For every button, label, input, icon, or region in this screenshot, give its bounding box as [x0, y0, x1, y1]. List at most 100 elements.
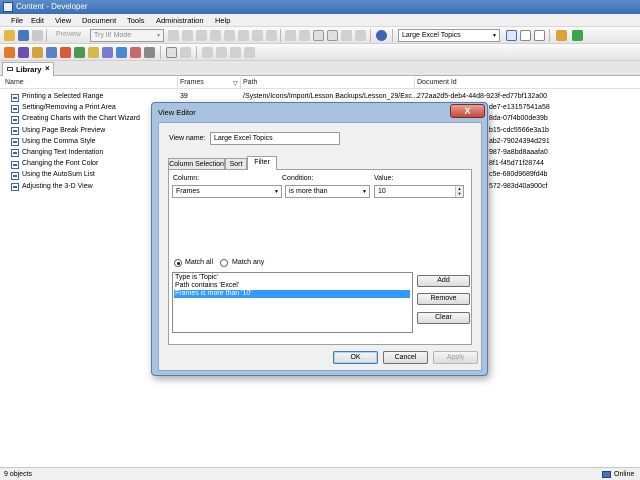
- mode-select-value: Try It! Mode: [94, 32, 132, 39]
- clear-button[interactable]: Clear: [417, 312, 470, 324]
- move-up-icon[interactable]: [341, 30, 352, 41]
- glossary-icon[interactable]: [88, 47, 99, 58]
- view-select-value: Large Excel Topics: [402, 32, 461, 39]
- list-item[interactable]: Path contains 'Excel': [174, 282, 410, 290]
- save-icon[interactable]: [18, 30, 29, 41]
- condition-select[interactable]: is more than ▼: [285, 185, 370, 198]
- cut-icon-2[interactable]: [210, 30, 221, 41]
- sort-arrow-icon: ▽: [233, 81, 238, 87]
- menu-file[interactable]: File: [11, 16, 23, 25]
- apply-button[interactable]: Apply: [433, 351, 478, 364]
- collapse-icon[interactable]: [327, 30, 338, 41]
- export-icon[interactable]: [166, 47, 177, 58]
- dialog-close-button[interactable]: X: [450, 104, 485, 118]
- dialog-title: View Editor: [158, 108, 196, 117]
- preview-button[interactable]: Preview: [56, 31, 81, 38]
- cancel-button[interactable]: Cancel: [383, 351, 428, 364]
- checkout-icon[interactable]: [202, 47, 213, 58]
- library-icon: [7, 67, 13, 71]
- menu-document[interactable]: Document: [82, 16, 116, 25]
- duplicate-icon[interactable]: [224, 30, 235, 41]
- status-bar: 9 objects Online: [0, 467, 640, 480]
- object-count: 9 objects: [4, 471, 33, 478]
- copy-icon[interactable]: [182, 30, 193, 41]
- link-icon[interactable]: [116, 47, 127, 58]
- refresh-icon[interactable]: [572, 30, 583, 41]
- web-page-icon[interactable]: [74, 47, 85, 58]
- match-all-label: Match all: [185, 259, 214, 266]
- match-all-radio[interactable]: [174, 259, 182, 267]
- column-header-document-id[interactable]: Document Id: [417, 79, 457, 86]
- add-button[interactable]: Add: [417, 275, 470, 287]
- history-icon[interactable]: [230, 47, 241, 58]
- list-view-icon[interactable]: [534, 30, 545, 41]
- spin-arrows-icon[interactable]: ▲ ▼: [455, 186, 463, 197]
- column-header-frames[interactable]: Frames: [180, 79, 204, 86]
- list-item[interactable]: Type is 'Topic': [174, 274, 410, 282]
- checkin-icon[interactable]: [216, 47, 227, 58]
- menu-view[interactable]: View: [55, 16, 71, 25]
- tab-library[interactable]: Library ×: [2, 62, 54, 76]
- redo-icon[interactable]: [299, 30, 310, 41]
- value-stepper[interactable]: 10 ▲ ▼: [374, 185, 464, 198]
- import-icon[interactable]: [180, 47, 191, 58]
- delete-icon[interactable]: [238, 30, 249, 41]
- cut-icon[interactable]: [32, 30, 43, 41]
- chevron-down-icon: ▼: [274, 189, 279, 195]
- package-icon[interactable]: [32, 47, 43, 58]
- details-view-icon[interactable]: [506, 30, 517, 41]
- menu-tools[interactable]: Tools: [127, 16, 145, 25]
- view-name-input[interactable]: Large Excel Topics: [210, 132, 340, 145]
- sound-icon[interactable]: [130, 47, 141, 58]
- new-folder-icon[interactable]: [4, 30, 15, 41]
- condition-select-value: is more than: [289, 188, 328, 195]
- condition-label: Condition:: [282, 175, 314, 182]
- column-label: Column:: [173, 175, 200, 182]
- topic-icon: [11, 183, 19, 191]
- filter-panel: Column: Frames ▼ Condition: is more than…: [168, 169, 472, 345]
- online-icon: [602, 471, 611, 478]
- filter-list[interactable]: Type is 'Topic' Path contains 'Excel' Fr…: [172, 272, 413, 333]
- topic-icon: [11, 115, 19, 124]
- document-tab-bar: Library ×: [0, 61, 640, 76]
- publish-icon[interactable]: [4, 47, 15, 58]
- column-header-name[interactable]: Name: [5, 79, 24, 86]
- ok-button[interactable]: OK: [333, 351, 378, 364]
- tab-library-label: Library: [16, 65, 42, 74]
- chevron-down-icon: ▼: [156, 33, 161, 39]
- outline-icon[interactable]: [46, 47, 57, 58]
- state-icon[interactable]: [244, 47, 255, 58]
- topic-icon: [11, 127, 19, 136]
- rename-icon[interactable]: [252, 30, 263, 41]
- move-down-icon[interactable]: [355, 30, 366, 41]
- menu-administration[interactable]: Administration: [156, 16, 204, 25]
- remove-button[interactable]: Remove: [417, 293, 470, 305]
- topic-icon: [11, 171, 19, 180]
- match-any-label: Match any: [232, 259, 265, 266]
- column-header-path[interactable]: Path: [243, 79, 257, 86]
- properties-icon[interactable]: [168, 30, 179, 41]
- expand-icon[interactable]: [313, 30, 324, 41]
- record-icon[interactable]: [18, 47, 29, 58]
- menu-edit[interactable]: Edit: [31, 16, 44, 25]
- check-in-icon[interactable]: [144, 47, 155, 58]
- tab-filter[interactable]: Filter: [247, 156, 277, 170]
- outline-view-icon[interactable]: [520, 30, 531, 41]
- mode-select[interactable]: Try It! Mode ▼: [90, 29, 164, 42]
- topic-icon: [11, 138, 19, 147]
- close-icon[interactable]: ×: [45, 64, 50, 73]
- view-editor-icon[interactable]: [556, 30, 567, 41]
- undo-icon[interactable]: [285, 30, 296, 41]
- column-select[interactable]: Frames ▼: [172, 185, 282, 198]
- view-select[interactable]: Large Excel Topics ▼: [398, 29, 500, 42]
- paste-icon[interactable]: [196, 30, 207, 41]
- help-icon[interactable]: [376, 30, 387, 41]
- menu-help[interactable]: Help: [215, 16, 230, 25]
- topic-icon[interactable]: [60, 47, 71, 58]
- menu-bar: File Edit View Document Tools Administra…: [0, 14, 640, 27]
- find-icon[interactable]: [266, 30, 277, 41]
- view-editor-dialog: View Editor X View name: Large Excel Top…: [151, 102, 488, 376]
- list-item[interactable]: Frames is more than '10': [174, 290, 410, 298]
- role-icon[interactable]: [102, 47, 113, 58]
- match-any-radio[interactable]: [220, 259, 228, 267]
